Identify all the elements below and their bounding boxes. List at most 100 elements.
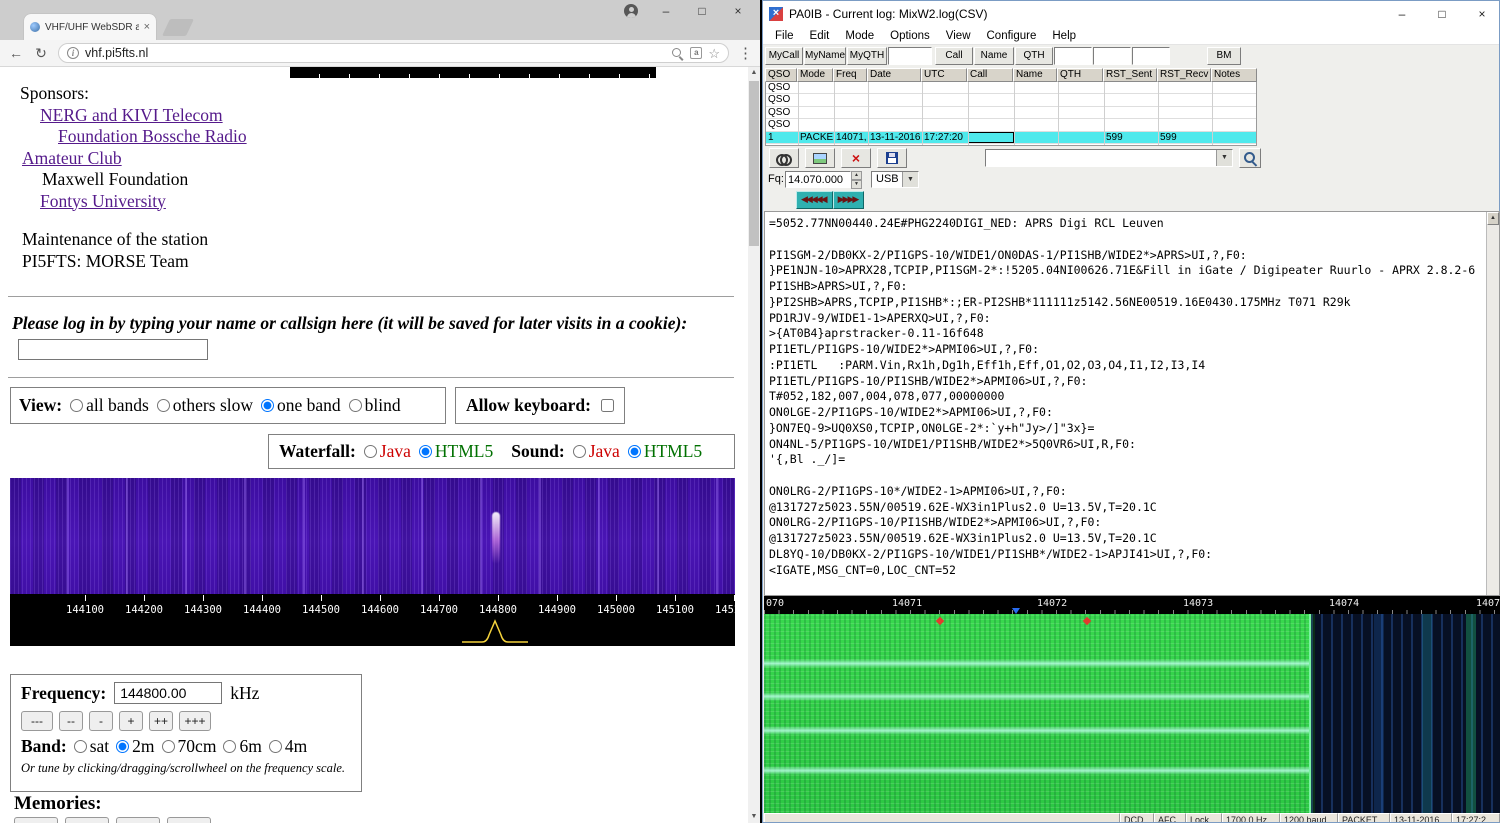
radio-sound-html5[interactable] [628, 445, 641, 458]
radio-waterfall-java[interactable] [364, 445, 377, 458]
log-column-header[interactable]: RST_Sent [1103, 68, 1157, 82]
callsign-combo[interactable]: ▼ [985, 149, 1233, 167]
view-option-blind[interactable]: blind [341, 395, 401, 416]
myname-button[interactable]: MyName [804, 47, 846, 65]
maximize-button[interactable]: □ [1425, 2, 1459, 27]
spin-down-icon[interactable]: ▼ [851, 180, 862, 189]
log-cell-call[interactable] [968, 132, 1014, 143]
sponsor-link[interactable]: NERG and KIVI Telecom [40, 105, 223, 125]
scrollbar-thumb[interactable] [749, 81, 759, 246]
step-down-1-button[interactable]: - [89, 711, 113, 731]
radio-all-bands[interactable] [70, 399, 83, 412]
view-option-one-band[interactable]: one band [253, 395, 341, 416]
menu-item[interactable]: Edit [802, 30, 838, 42]
frequency-input[interactable] [114, 682, 222, 704]
mycall-button[interactable]: MyCall [765, 47, 803, 65]
close-button[interactable]: × [720, 0, 756, 22]
delete-button[interactable] [841, 148, 871, 168]
log-cell-notes[interactable] [1212, 132, 1256, 143]
back-icon[interactable]: ← [8, 45, 24, 61]
browser-tab[interactable]: VHF/UHF WebSDR at × [24, 14, 156, 40]
step-up-3-button[interactable]: +++ [179, 711, 211, 731]
radio-waterfall-html5[interactable] [419, 445, 432, 458]
info-icon[interactable] [67, 47, 79, 59]
radio-blind[interactable] [349, 399, 362, 412]
menu-item[interactable]: View [938, 30, 979, 42]
menu-item[interactable]: Help [1044, 30, 1084, 42]
memory-button[interactable] [14, 817, 58, 823]
rewind-button[interactable]: ◀◀◀◀◀ [796, 191, 833, 209]
menu-item[interactable]: Configure [979, 30, 1045, 42]
step-up-2-button[interactable]: ++ [149, 711, 173, 731]
band-option-4m[interactable]: 4m [262, 736, 307, 757]
allow-keyboard-checkbox[interactable] [601, 399, 614, 412]
frequency-scale[interactable]: 1441001442001443001444001445001446001447… [10, 594, 735, 618]
toolbar-field[interactable] [888, 47, 932, 65]
band-option-sat[interactable]: sat [67, 736, 109, 757]
band-option-6m[interactable]: 6m [216, 736, 261, 757]
sound-html5-option[interactable]: HTML5 [620, 441, 702, 462]
log-cell-num[interactable]: 1 [766, 132, 798, 143]
profile-icon[interactable] [624, 4, 638, 18]
toolbar-field[interactable] [1132, 47, 1170, 65]
address-bar[interactable]: vhf.pi5fts.nl ☆ [58, 43, 729, 63]
callsign-input[interactable] [18, 339, 208, 360]
sponsor-link[interactable]: Fontys University [40, 191, 166, 211]
memory-button[interactable] [65, 817, 109, 823]
status-segment[interactable]: 1200 baud [1280, 813, 1338, 822]
view-option-others-slow[interactable]: others slow [149, 395, 253, 416]
radio-band-sat[interactable] [74, 740, 87, 753]
maximize-button[interactable]: □ [684, 0, 720, 22]
status-segment[interactable]: 1700.0 Hz [1222, 813, 1280, 822]
log-cell-mode[interactable]: PACKE [798, 132, 834, 143]
radio-sound-java[interactable] [573, 445, 586, 458]
radio-band-6m[interactable] [223, 740, 236, 753]
translate-icon[interactable] [690, 47, 702, 59]
spin-up-icon[interactable]: ▲ [851, 171, 862, 180]
qth-button[interactable]: QTH [1015, 47, 1053, 65]
log-column-header[interactable]: Name [1013, 68, 1057, 82]
log-row-empty[interactable]: QSO [766, 94, 1256, 106]
browser-scrollbar[interactable]: ▲ ▼ [748, 67, 760, 823]
mode-select[interactable]: USB▼ [871, 171, 919, 188]
myqth-button[interactable]: MyQTH [847, 47, 887, 65]
new-tab-button[interactable] [162, 19, 194, 36]
log-row-empty[interactable]: QSO [766, 82, 1256, 94]
log-cell-date[interactable]: 13-11-2016 [868, 132, 922, 143]
chevron-down-icon[interactable]: ▼ [1216, 150, 1232, 166]
log-cell-rst-recv[interactable]: 599 [1158, 132, 1212, 143]
mixw-frequency-scale[interactable]: 070 14071 14072 14073 14074 1407 [764, 596, 1500, 614]
capture-button[interactable] [805, 148, 835, 168]
log-row-empty[interactable]: QSO [766, 107, 1256, 119]
scroll-down-icon[interactable]: ▼ [748, 811, 760, 823]
toolbar-field[interactable] [1054, 47, 1092, 65]
waterfall-html5-option[interactable]: HTML5 [411, 441, 493, 462]
lookup-button[interactable] [1239, 148, 1261, 168]
log-column-header[interactable]: RST_Recv [1157, 68, 1211, 82]
forward-button[interactable]: ▶▶▶▶ [833, 191, 865, 209]
status-segment[interactable]: PACKET [1338, 813, 1390, 822]
websdr-waterfall[interactable] [10, 478, 735, 594]
step-down-2-button[interactable]: -- [59, 711, 83, 731]
save-button[interactable] [877, 148, 907, 168]
memory-button[interactable] [167, 817, 211, 823]
rx-scrollbar[interactable]: ▲ [1486, 212, 1499, 595]
log-column-header[interactable]: Freq [833, 68, 867, 82]
log-cell-qth[interactable] [1058, 132, 1104, 143]
view-option-all-bands[interactable]: all bands [62, 395, 149, 416]
radio-band-70cm[interactable] [162, 740, 175, 753]
passband-strip[interactable] [10, 618, 735, 646]
waterfall-java-option[interactable]: Java [356, 441, 411, 462]
status-segment[interactable]: AFC [1154, 813, 1186, 822]
close-button[interactable]: × [1465, 2, 1499, 27]
step-up-1-button[interactable]: + [119, 711, 143, 731]
log-column-header[interactable]: Date [867, 68, 921, 82]
chevron-down-icon[interactable]: ▼ [902, 172, 918, 187]
call-button[interactable]: Call [935, 47, 973, 65]
log-cell-freq[interactable]: 14071, [834, 132, 868, 143]
log-column-header[interactable]: UTC [921, 68, 967, 82]
browser-menu-icon[interactable]: ⋮ [738, 44, 752, 62]
minimize-button[interactable]: – [648, 0, 684, 22]
scroll-up-icon[interactable]: ▲ [1487, 212, 1499, 225]
mixw-titlebar[interactable]: PA0IB - Current log: MixW2.log(CSV) – □ … [763, 1, 1499, 27]
